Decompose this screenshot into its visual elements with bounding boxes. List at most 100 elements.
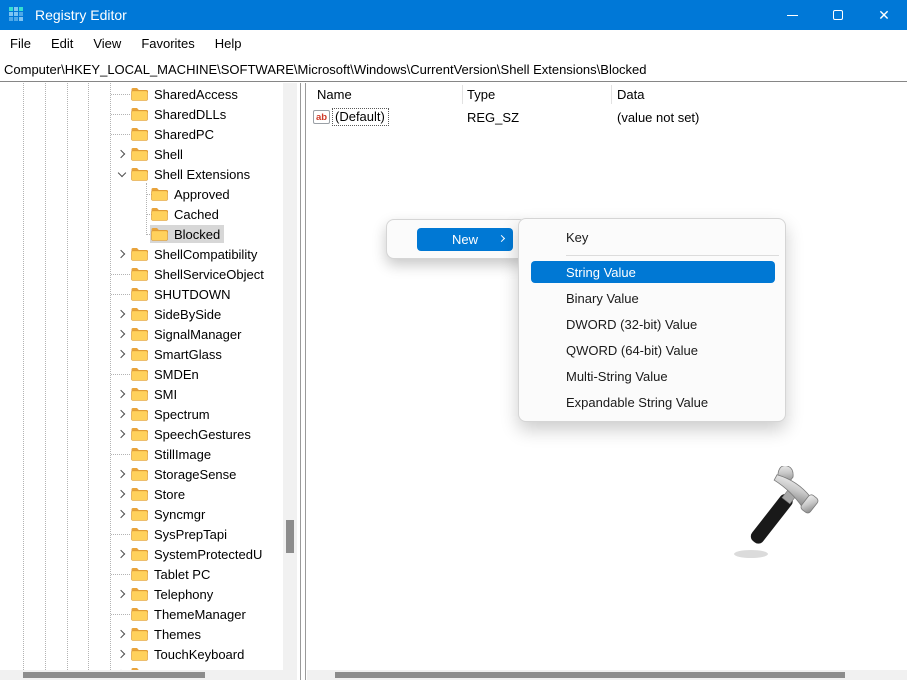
column-header-type[interactable]: Type	[467, 87, 495, 102]
tree-item-content[interactable]: SharedAccess	[130, 85, 242, 103]
expand-chevron-icon[interactable]	[117, 310, 125, 318]
minimize-button[interactable]	[769, 0, 815, 30]
collapse-chevron-icon[interactable]	[118, 169, 126, 177]
expand-chevron-icon[interactable]	[117, 330, 125, 338]
tree-horizontal-scrollbar-thumb[interactable]	[23, 672, 205, 678]
tree-item-smden[interactable]: SMDEn	[0, 364, 283, 384]
tree-item-content[interactable]: SideBySide	[130, 305, 225, 323]
expand-chevron-icon[interactable]	[117, 410, 125, 418]
expand-chevron-icon[interactable]	[117, 470, 125, 478]
menubar-item-view[interactable]: View	[83, 30, 131, 57]
tree-item-shellserviceobject[interactable]: ShellServiceObject	[0, 264, 283, 284]
column-header-name[interactable]: Name	[317, 87, 352, 102]
submenu-item-dword-32-bit-value[interactable]: DWORD (32-bit) Value	[519, 311, 785, 337]
tree-item-approved[interactable]: Approved	[0, 184, 283, 204]
close-button[interactable]: ✕	[861, 0, 907, 30]
submenu-item-key[interactable]: Key	[519, 224, 785, 250]
tree-horizontal-scrollbar[interactable]	[0, 670, 297, 680]
tree-item-smi[interactable]: SMI	[0, 384, 283, 404]
tree-item-shell[interactable]: Shell	[0, 144, 283, 164]
tree-item-speechgestures[interactable]: SpeechGestures	[0, 424, 283, 444]
tree-item-content[interactable]: ShellServiceObject	[130, 265, 268, 283]
expand-chevron-icon[interactable]	[117, 430, 125, 438]
tree-item-content[interactable]: SMI	[130, 385, 181, 403]
pane-splitter[interactable]	[300, 83, 306, 680]
tree-item-content[interactable]: SMDEn	[130, 365, 203, 383]
tree-item-content[interactable]: StorageSense	[130, 465, 240, 483]
tree-item-content[interactable]: Tablet PC	[130, 565, 214, 583]
list-horizontal-scrollbar[interactable]	[307, 670, 907, 680]
tree-item-content[interactable]: Spectrum	[130, 405, 214, 423]
tree-item-shell-extensions[interactable]: Shell Extensions	[0, 164, 283, 184]
tree-item-sharedaccess[interactable]: SharedAccess	[0, 84, 283, 104]
menubar-item-help[interactable]: Help	[205, 30, 252, 57]
address-bar-input[interactable]: Computer\HKEY_LOCAL_MACHINE\SOFTWARE\Mic…	[4, 62, 647, 77]
tree-item-syncmgr[interactable]: Syncmgr	[0, 504, 283, 524]
tree-item-sharedpc[interactable]: SharedPC	[0, 124, 283, 144]
expand-chevron-icon[interactable]	[117, 490, 125, 498]
tree-item-stillimage[interactable]: StillImage	[0, 444, 283, 464]
tree-item-signalmanager[interactable]: SignalManager	[0, 324, 283, 344]
tree-item-content[interactable]: SharedPC	[130, 125, 218, 143]
menubar-item-edit[interactable]: Edit	[41, 30, 83, 57]
submenu-item-binary-value[interactable]: Binary Value	[519, 285, 785, 311]
expand-chevron-icon[interactable]	[117, 250, 125, 258]
expand-chevron-icon[interactable]	[117, 350, 125, 358]
tree-item-content[interactable]: ShellCompatibility	[130, 245, 261, 263]
tree-item-storagesense[interactable]: StorageSense	[0, 464, 283, 484]
value-name[interactable]: (Default)	[332, 108, 389, 126]
tree-item-telephony[interactable]: Telephony	[0, 584, 283, 604]
tree-item-content[interactable]: SignalManager	[130, 325, 245, 343]
submenu-item-string-value[interactable]: String Value	[531, 261, 775, 283]
expand-chevron-icon[interactable]	[117, 550, 125, 558]
tree-item-shareddlls[interactable]: SharedDLLs	[0, 104, 283, 124]
menubar-item-favorites[interactable]: Favorites	[131, 30, 204, 57]
tree-item-content[interactable]: Approved	[150, 185, 234, 203]
tree-item-store[interactable]: Store	[0, 484, 283, 504]
tree-item-themes[interactable]: Themes	[0, 624, 283, 644]
tree-item-content[interactable]: SystemProtectedU	[130, 545, 266, 563]
tree-item-tablet-pc[interactable]: Tablet PC	[0, 564, 283, 584]
tree-item-systemprotectedu[interactable]: SystemProtectedU	[0, 544, 283, 564]
tree-item-spectrum[interactable]: Spectrum	[0, 404, 283, 424]
tree-item-content[interactable]: Cached	[150, 205, 223, 223]
tree-item-content[interactable]: StillImage	[130, 445, 215, 463]
tree-item-content[interactable]: Syncmgr	[130, 505, 209, 523]
tree-item-content[interactable]: Themes	[130, 625, 205, 643]
tree-item-blocked[interactable]: Blocked	[0, 224, 283, 244]
tree-item-smartglass[interactable]: SmartGlass	[0, 344, 283, 364]
tree-item-content[interactable]: SHUTDOWN	[130, 285, 235, 303]
tree-item-content[interactable]: Telephony	[130, 585, 217, 603]
tree-item-thememanager[interactable]: ThemeManager	[0, 604, 283, 624]
expand-chevron-icon[interactable]	[117, 590, 125, 598]
expand-chevron-icon[interactable]	[117, 150, 125, 158]
tree-item-content[interactable]: Store	[130, 485, 189, 503]
tree-item-sidebyside[interactable]: SideBySide	[0, 304, 283, 324]
tree-item-content[interactable]: Blocked	[150, 225, 224, 243]
column-header-data[interactable]: Data	[617, 87, 644, 102]
menubar-item-file[interactable]: File	[0, 30, 41, 57]
submenu-item-expandable-string-value[interactable]: Expandable String Value	[519, 389, 785, 415]
tree-item-content[interactable]: SysPrepTapi	[130, 525, 231, 543]
tree-item-content[interactable]: Shell Extensions	[130, 165, 254, 183]
expand-chevron-icon[interactable]	[117, 630, 125, 638]
tree-item-content[interactable]: Shell	[130, 145, 187, 163]
tree-item-syspreptapi[interactable]: SysPrepTapi	[0, 524, 283, 544]
column-separator[interactable]	[462, 85, 463, 104]
list-horizontal-scrollbar-thumb[interactable]	[335, 672, 845, 678]
registry-value-row[interactable]: ab (Default) REG_SZ (value not set)	[307, 108, 907, 128]
tree-item-content[interactable]: SpeechGestures	[130, 425, 255, 443]
expand-chevron-icon[interactable]	[117, 650, 125, 658]
submenu-item-qword-64-bit-value[interactable]: QWORD (64-bit) Value	[519, 337, 785, 363]
expand-chevron-icon[interactable]	[117, 510, 125, 518]
context-menu-item-new[interactable]: New	[417, 228, 513, 251]
tree-item-shutdown[interactable]: SHUTDOWN	[0, 284, 283, 304]
tree-vertical-scrollbar[interactable]	[283, 83, 297, 670]
tree-item-shellcompatibility[interactable]: ShellCompatibility	[0, 244, 283, 264]
submenu-item-multi-string-value[interactable]: Multi-String Value	[519, 363, 785, 389]
tree-item-content[interactable]: ThemeManager	[130, 605, 250, 623]
tree-item-content[interactable]: TouchKeyboard	[130, 645, 248, 663]
tree-item-content[interactable]: SmartGlass	[130, 345, 226, 363]
tree-item-cached[interactable]: Cached	[0, 204, 283, 224]
expand-chevron-icon[interactable]	[117, 390, 125, 398]
